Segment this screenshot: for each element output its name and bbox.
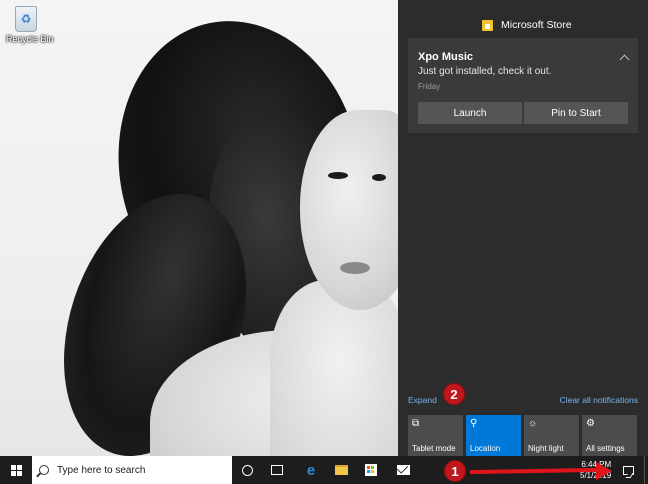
tile-label: Tablet mode <box>412 444 456 453</box>
collapse-chevron-icon[interactable] <box>619 54 630 65</box>
edge-button[interactable]: e <box>296 456 326 484</box>
location-tile[interactable]: ⚲ Location <box>466 415 521 456</box>
notification-body: Just got installed, check it out. <box>418 66 552 77</box>
all-settings-tile[interactable]: ⚙ All settings <box>582 415 637 456</box>
night-light-icon: ☼ <box>528 418 538 429</box>
store-icon <box>365 464 377 476</box>
launch-button[interactable]: Launch <box>418 102 522 124</box>
tile-label: Night light <box>528 444 564 453</box>
mail-button[interactable] <box>388 456 418 484</box>
step-2-badge: 2 <box>443 383 465 405</box>
tile-label: Location <box>470 444 501 453</box>
notification-app-header: Microsoft Store <box>482 19 572 31</box>
search-icon <box>39 465 49 475</box>
windows-logo-icon <box>10 464 22 476</box>
notification-card[interactable]: Xpo Music Just got installed, check it o… <box>408 38 638 133</box>
wallpaper-lips <box>340 262 370 274</box>
store-button[interactable] <box>356 456 386 484</box>
file-explorer-button[interactable] <box>326 456 356 484</box>
show-desktop-button[interactable] <box>644 456 648 484</box>
notification-icon <box>623 465 634 475</box>
task-view-icon <box>271 465 283 475</box>
cortana-button[interactable] <box>232 456 262 484</box>
notification-app-name: Microsoft Store <box>501 19 572 31</box>
start-button[interactable] <box>0 456 32 484</box>
desktop-wallpaper: ♻ Recycle Bin <box>0 0 398 456</box>
recycle-bin-icon: ♻ <box>15 6 37 32</box>
edge-icon: e <box>306 461 316 479</box>
tablet-mode-tile[interactable]: ⧉ Tablet mode <box>408 415 463 456</box>
cortana-icon <box>241 464 253 476</box>
recycle-bin-shortcut[interactable]: ♻ Recycle Bin <box>6 6 54 44</box>
night-light-tile[interactable]: ☼ Night light <box>524 415 579 456</box>
wallpaper-neck <box>270 280 398 456</box>
mail-icon <box>396 465 410 475</box>
task-view-button[interactable] <box>262 456 292 484</box>
action-center-button[interactable] <box>615 456 642 484</box>
step-1-badge: 1 <box>444 460 466 482</box>
tablet-mode-icon: ⧉ <box>412 418 420 429</box>
expand-link[interactable]: Expand <box>408 395 437 405</box>
action-center-panel: Microsoft Store Xpo Music Just got insta… <box>398 0 648 456</box>
notification-title: Xpo Music <box>418 51 474 63</box>
gear-icon: ⚙ <box>586 418 595 429</box>
search-placeholder: Type here to search <box>57 464 146 476</box>
clear-all-notifications-link[interactable]: Clear all notifications <box>560 395 638 405</box>
microsoft-store-icon <box>482 19 493 31</box>
search-box[interactable]: Type here to search <box>32 456 232 484</box>
annotation-arrow-head <box>596 462 612 480</box>
wallpaper-eye <box>328 172 348 179</box>
wallpaper-eye <box>372 174 386 181</box>
location-icon: ⚲ <box>470 418 478 429</box>
tile-label: All settings <box>586 444 625 453</box>
notification-time: Friday <box>418 82 441 91</box>
folder-icon <box>334 465 348 475</box>
pin-to-start-button[interactable]: Pin to Start <box>524 102 628 124</box>
recycle-bin-label: Recycle Bin <box>6 34 54 44</box>
